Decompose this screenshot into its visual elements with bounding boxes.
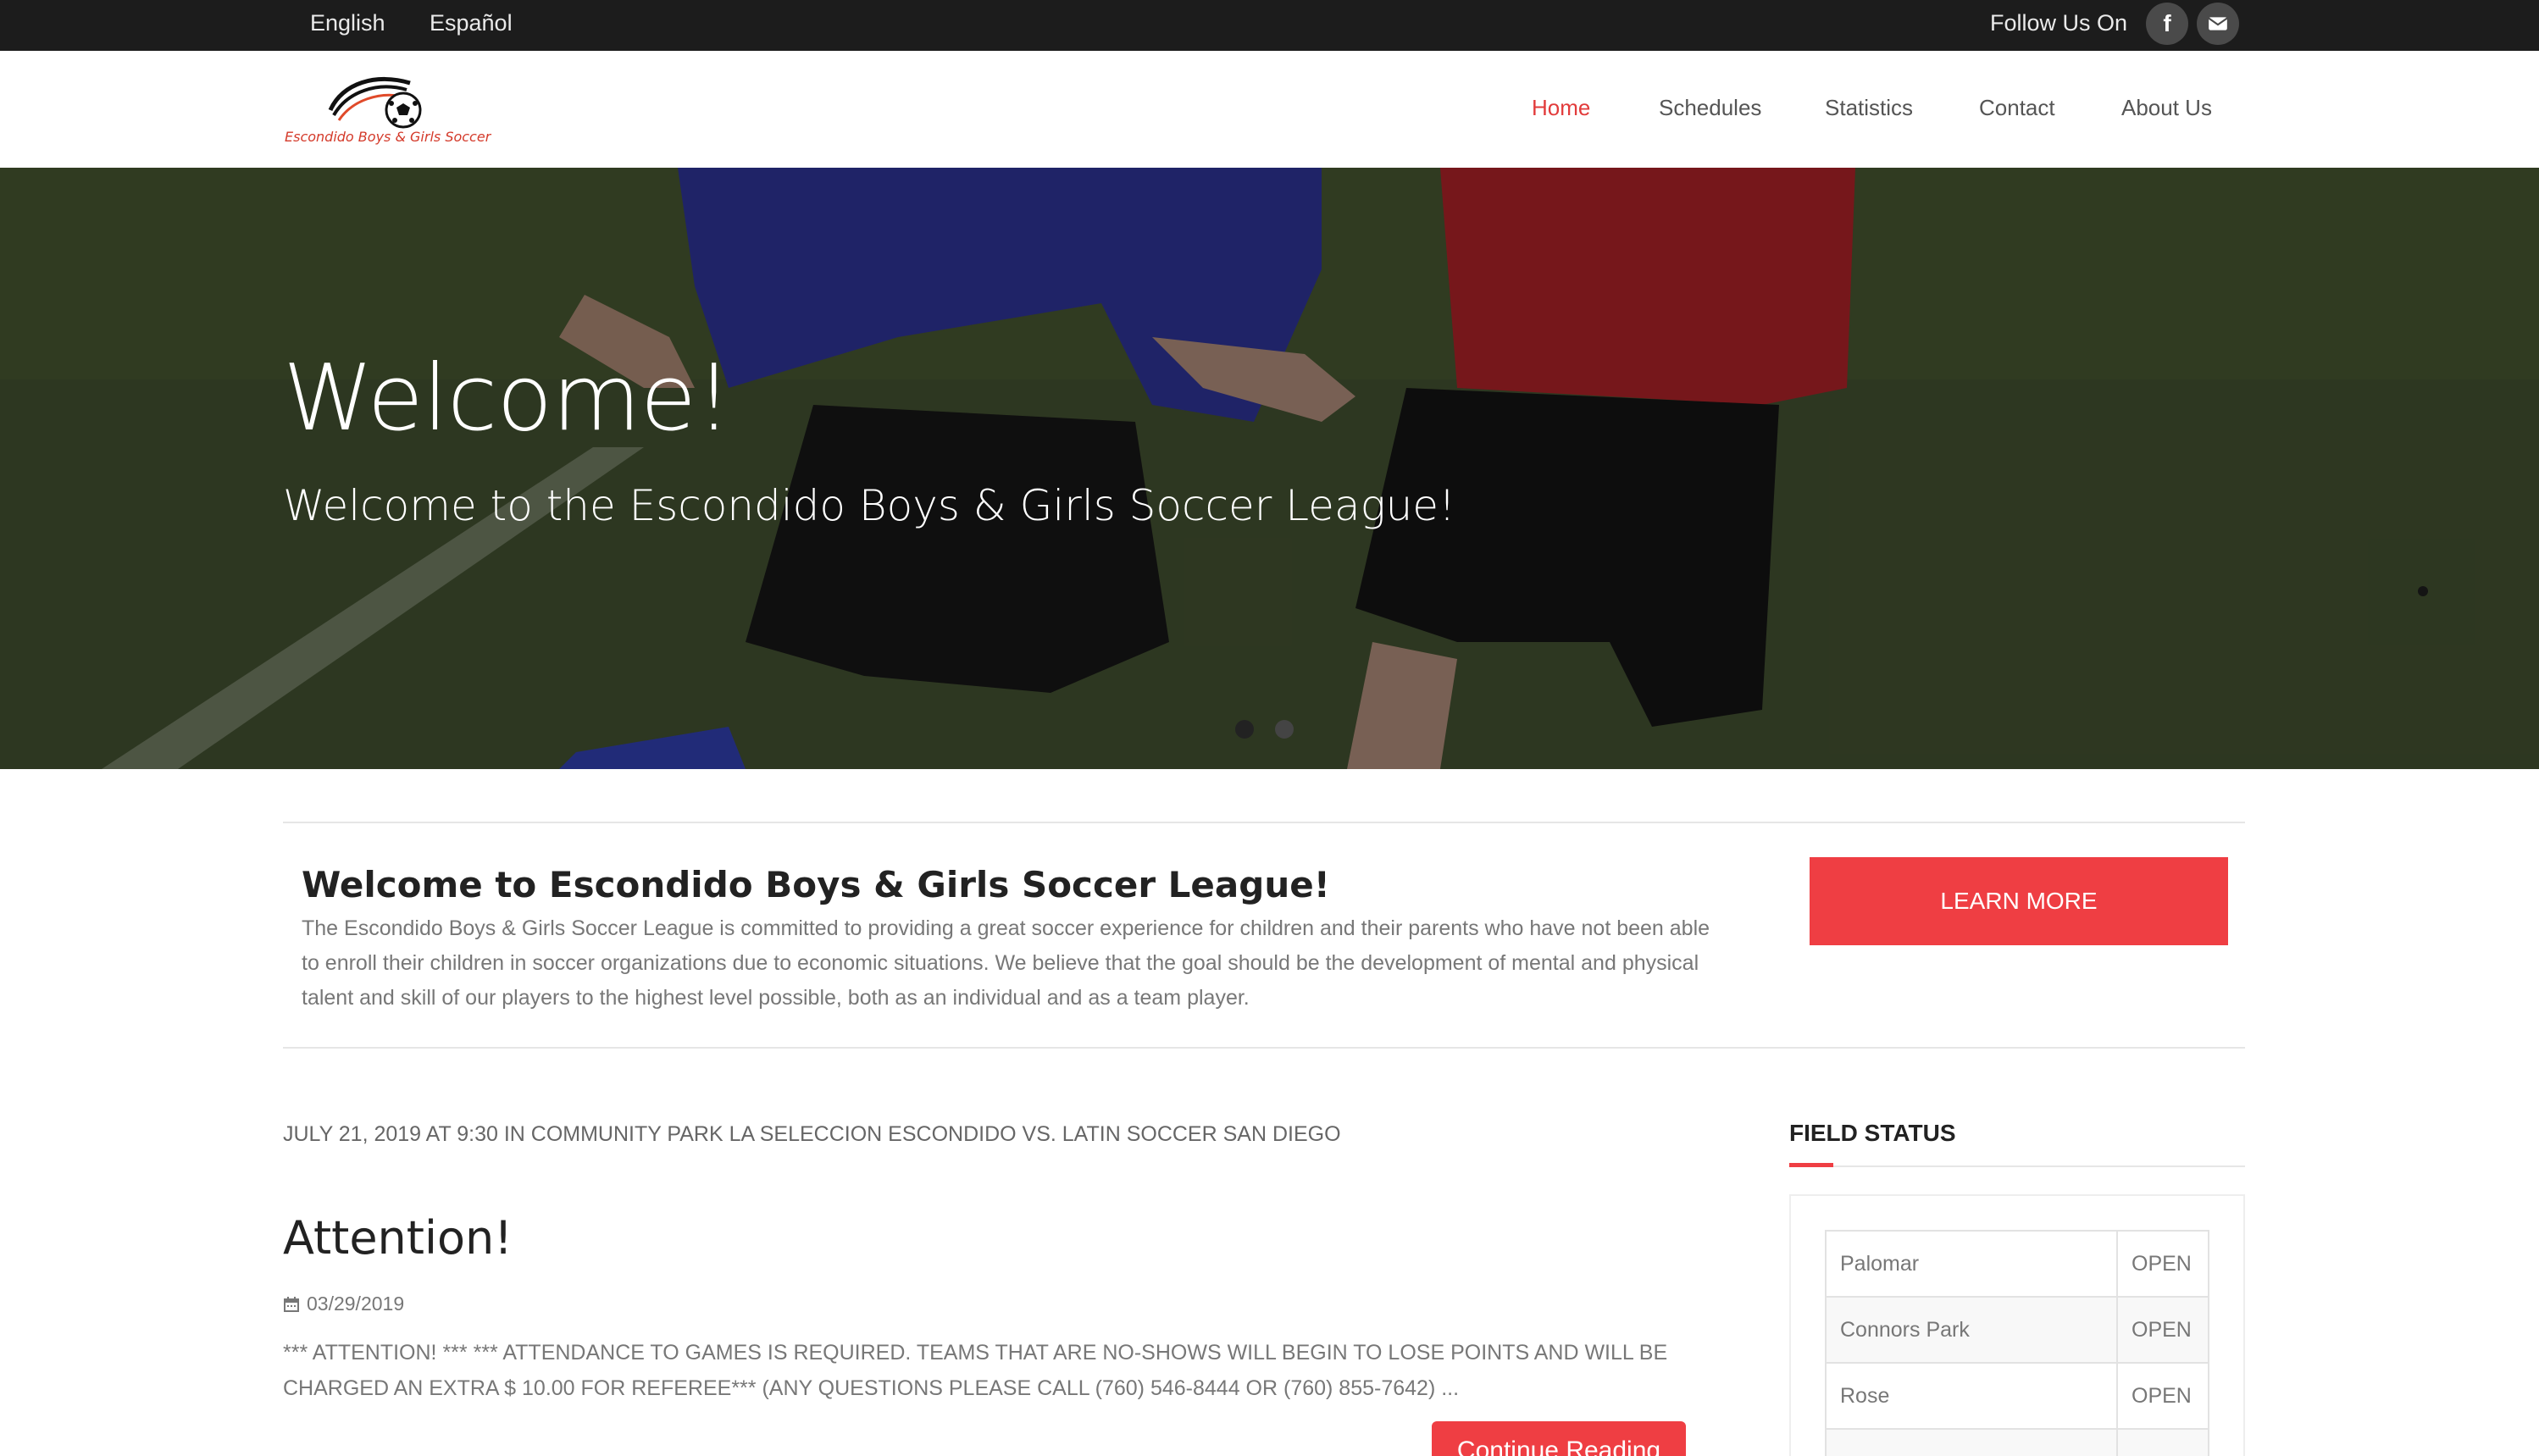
mail-icon[interactable] (2197, 3, 2239, 45)
nav-schedules[interactable]: Schedules (1659, 95, 1761, 121)
field-state: OPEN (2116, 1230, 2209, 1298)
follow-us-label: Follow Us On (1990, 10, 2128, 36)
divider-bottom (283, 1047, 2245, 1049)
calendar-icon (284, 1296, 299, 1312)
nav-contact[interactable]: Contact (1979, 95, 2055, 121)
slider-dot-1[interactable] (1235, 720, 1254, 739)
field-status-title: FIELD STATUS (1789, 1120, 1956, 1146)
field-status-table: Palomar OPEN Connors Park OPEN Rose OPEN (1825, 1230, 2209, 1456)
divider-top (283, 822, 2245, 823)
continue-reading-button[interactable]: Continue Reading (1432, 1421, 1686, 1456)
table-row: Rose OPEN (1825, 1362, 2209, 1430)
language-spanish-link[interactable]: Español (430, 10, 513, 36)
post-meta: 03/29/2019 (283, 1293, 404, 1315)
nav-statistics[interactable]: Statistics (1825, 95, 1913, 121)
field-name: Rose (1825, 1362, 2118, 1430)
top-bar: English Español Follow Us On f (0, 0, 2539, 51)
widget-divider (1789, 1165, 2245, 1167)
event-announcement[interactable]: JULY 21, 2019 AT 9:30 IN COMMUNITY PARK … (283, 1122, 1341, 1147)
envelope-icon (2208, 17, 2228, 30)
table-row: Connors Park OPEN (1825, 1296, 2209, 1364)
field-name: Palomar (1825, 1230, 2118, 1298)
widget-accent-bar (1789, 1163, 1833, 1167)
field-name: Connors Park (1825, 1296, 2118, 1364)
field-state (2116, 1428, 2209, 1456)
logo-caption: Escondido Boys & Girls Soccer (285, 129, 491, 145)
language-english-link[interactable]: English (310, 10, 385, 36)
facebook-icon[interactable]: f (2146, 3, 2188, 45)
table-row: Palomar OPEN (1825, 1230, 2209, 1298)
intro-title: Welcome to Escondido Boys & Girls Soccer… (302, 864, 1330, 905)
hero-title: Welcome! (283, 346, 732, 451)
field-name (1825, 1428, 2118, 1456)
field-state: OPEN (2116, 1362, 2209, 1430)
learn-more-button[interactable]: LEARN MORE (1810, 857, 2228, 945)
table-row (1825, 1428, 2209, 1456)
site-header: Escondido Boys & Girls Soccer Home Sched… (0, 51, 2539, 168)
hero-subtitle: Welcome to the Escondido Boys & Girls So… (283, 481, 1456, 530)
field-state: OPEN (2116, 1296, 2209, 1364)
nav-home[interactable]: Home (1532, 95, 1590, 121)
hero-overlay (0, 168, 2539, 769)
nav-about-us[interactable]: About Us (2121, 95, 2212, 121)
post-date: 03/29/2019 (307, 1293, 405, 1315)
intro-text: The Escondido Boys & Girls Soccer League… (302, 916, 1710, 1010)
post-title[interactable]: Attention! (283, 1211, 513, 1265)
post-excerpt: *** ATTENTION! *** *** ATTENDANCE TO GAM… (283, 1341, 1668, 1400)
hero-slider: Welcome! Welcome to the Escondido Boys &… (0, 168, 2539, 769)
slider-dot-2[interactable] (1275, 720, 1294, 739)
